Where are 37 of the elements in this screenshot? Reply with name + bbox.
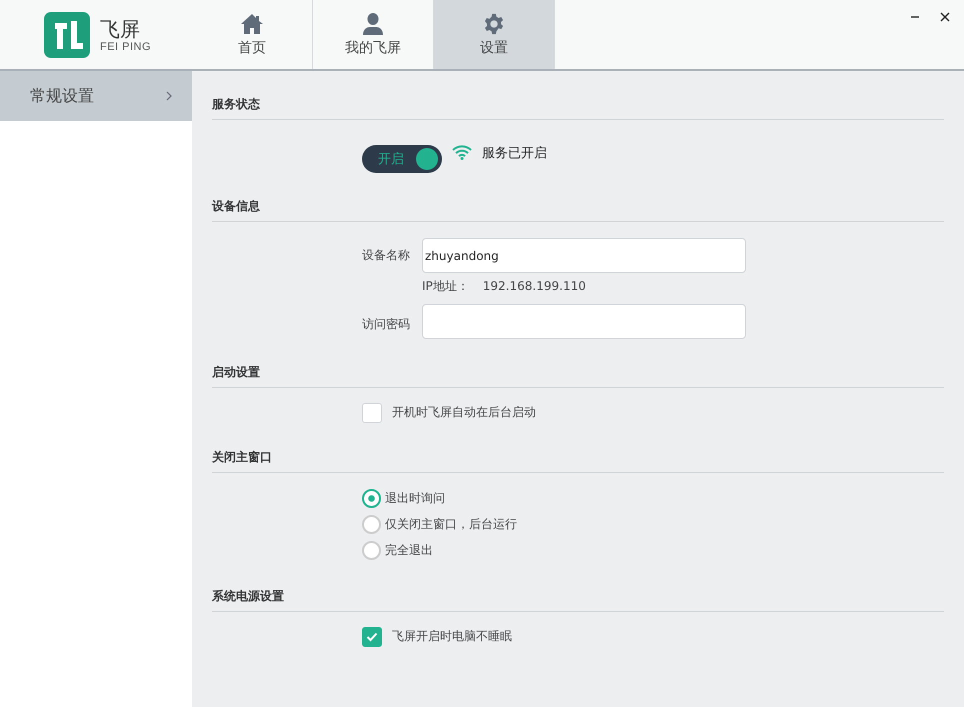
checkbox[interactable] [362, 627, 382, 647]
checkbox-label: 飞屏开启时电脑不睡眠 [392, 628, 512, 644]
radio-button[interactable] [362, 488, 381, 508]
radio-button[interactable] [362, 540, 381, 560]
field-label: 设备名称 [362, 247, 410, 264]
logo-icon [44, 12, 90, 58]
section-heading: 启动设置 [212, 357, 944, 388]
section-heading: 设备信息 [212, 191, 944, 222]
field-label: 访问密码 [362, 316, 410, 333]
ip-label: IP地址： [422, 278, 469, 294]
nav-tab[interactable]: 首页 [192, 0, 313, 69]
home-icon [240, 12, 264, 34]
input-field[interactable] [422, 304, 746, 339]
user-icon [361, 12, 385, 34]
radio-label: 退出时询问 [385, 490, 445, 506]
checkbox-label: 开机时飞屏自动在后台启动 [392, 404, 536, 420]
section-heading: 关闭主窗口 [212, 442, 944, 473]
radio-label: 完全退出 [385, 542, 433, 558]
section-heading: 系统电源设置 [212, 581, 944, 612]
radio-label: 仅关闭主窗口，后台运行 [385, 516, 517, 532]
section-heading: 服务状态 [212, 89, 944, 120]
logo-title: 飞屏 [100, 16, 141, 40]
sidebar-item[interactable]: 常规设置 [0, 71, 192, 121]
checkbox[interactable] [362, 403, 382, 423]
toggle-switch[interactable]: 开启 [362, 145, 442, 173]
checkmark-icon [366, 632, 378, 642]
wifi-icon [452, 145, 472, 160]
chevron-right-icon [166, 91, 172, 101]
service-status: 服务已开启 [482, 144, 547, 162]
ip-address: 192.168.199.110 [482, 279, 586, 293]
logo-subtitle: FEI PING [100, 40, 152, 52]
radio-button[interactable] [362, 514, 381, 534]
close-icon[interactable] [940, 12, 950, 22]
nav-tab[interactable]: 设置 [434, 0, 555, 69]
sidebar-item-label: 常规设置 [30, 86, 94, 106]
settings-icon [482, 12, 506, 34]
input-field[interactable]: zhuyandong [422, 238, 746, 273]
